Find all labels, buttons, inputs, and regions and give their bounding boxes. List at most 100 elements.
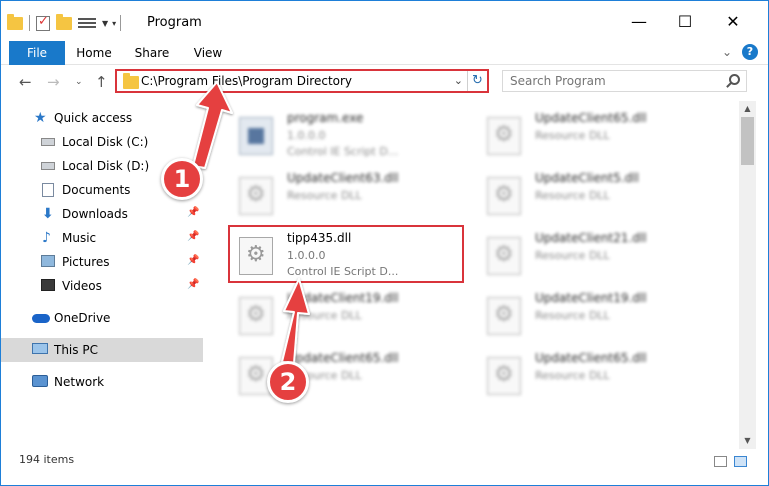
title-bar: ▼ ▾ Program — ☐ ✕: [1, 1, 768, 41]
pin-icon[interactable]: 📌: [187, 255, 199, 266]
file-tile[interactable]: UpdateClient19.dll Resource DLL: [465, 287, 697, 345]
file-tile[interactable]: program.exe 1.0.0.0 Control IE Script D.…: [217, 107, 449, 165]
network-icon: [32, 375, 48, 389]
address-dropdown-icon[interactable]: ⌄: [454, 74, 463, 87]
download-icon: ⬇: [42, 206, 54, 222]
dll-icon: [487, 237, 521, 275]
tab-view[interactable]: View: [187, 41, 229, 65]
scroll-down-icon[interactable]: ▼: [739, 433, 756, 449]
tab-home[interactable]: Home: [73, 41, 115, 65]
sidebar-item-label: Documents: [62, 183, 131, 197]
title-divider: [120, 15, 122, 31]
videos-icon: [41, 279, 57, 293]
minimize-button[interactable]: —: [616, 1, 662, 41]
sidebar-item-label: Local Disk (D:): [62, 159, 150, 173]
pictures-icon: [41, 255, 57, 269]
sidebar-item-videos[interactable]: Videos 📌: [1, 274, 203, 298]
sidebar-item-label: Local Disk (C:): [62, 135, 149, 149]
exe-icon: [239, 117, 273, 155]
file-tile[interactable]: UpdateClient65.dll Resource DLL: [465, 347, 697, 405]
pin-icon[interactable]: 📌: [187, 279, 199, 290]
chevron-down-icon[interactable]: ▼: [102, 19, 108, 28]
help-icon[interactable]: ?: [742, 44, 758, 60]
file-type: Resource DLL: [287, 189, 362, 202]
sidebar-item-music[interactable]: ♪ Music 📌: [1, 226, 203, 250]
properties-check-icon[interactable]: [36, 14, 50, 31]
star-icon: ★: [34, 110, 47, 126]
address-path[interactable]: C:\Program Files\Program Directory: [141, 74, 352, 88]
file-description: Control IE Script D...: [287, 145, 399, 158]
forward-arrow-icon[interactable]: →: [47, 73, 60, 91]
step-badge-1: 1: [161, 158, 203, 200]
pin-icon[interactable]: 📌: [187, 231, 199, 242]
toolbar-divider: [29, 15, 30, 31]
sidebar-item-label: Network: [54, 375, 105, 389]
details-view-icon[interactable]: [714, 456, 727, 467]
file-tile[interactable]: UpdateClient65.dll Resource DLL: [217, 347, 449, 405]
file-name: UpdateClient19.dll: [287, 291, 399, 305]
expand-ribbon-icon[interactable]: ⌄: [722, 45, 732, 59]
sidebar-item-quick-access[interactable]: ★ Quick access: [1, 106, 203, 130]
file-explorer-window: ▼ ▾ Program — ☐ ✕ File Home Share View ⌄…: [0, 0, 769, 486]
tiles-view-icon[interactable]: [734, 456, 747, 467]
dll-icon: [487, 117, 521, 155]
file-tile[interactable]: UpdateClient63.dll Resource DLL: [217, 167, 449, 225]
file-name: UpdateClient65.dll: [287, 351, 399, 365]
dll-icon: [239, 297, 273, 335]
address-bar[interactable]: C:\Program Files\Program Directory ⌄ ↻: [115, 69, 489, 93]
sidebar-item-onedrive[interactable]: OneDrive: [1, 306, 203, 330]
sidebar-item-downloads[interactable]: ⬇ Downloads 📌: [1, 202, 203, 226]
file-tile[interactable]: UpdateClient65.dll Resource DLL: [465, 107, 697, 165]
pin-icon[interactable]: 📌: [187, 207, 199, 218]
sidebar-item-local-disk-c[interactable]: Local Disk (C:): [1, 130, 203, 154]
file-tile[interactable]: UpdateClient5.dll Resource DLL: [465, 167, 697, 225]
status-bar: 194 items: [1, 449, 768, 473]
navigation-pane: ★ Quick access Local Disk (C:) Local Dis…: [1, 101, 203, 449]
sidebar-item-this-pc[interactable]: This PC: [1, 338, 203, 362]
close-button[interactable]: ✕: [710, 1, 756, 41]
disk-icon: [41, 135, 57, 149]
sidebar-item-label: Music: [62, 231, 97, 245]
file-name: UpdateClient65.dll: [535, 351, 647, 365]
tab-file[interactable]: File: [9, 41, 65, 65]
file-tile[interactable]: UpdateClient19.dll Resource DLL: [217, 287, 449, 345]
cloud-icon: [32, 311, 50, 325]
sidebar-item-label: Pictures: [62, 255, 110, 269]
folder-icon: [123, 73, 139, 89]
item-count: 194 items: [19, 453, 75, 466]
file-type: Resource DLL: [535, 189, 610, 202]
file-tile[interactable]: UpdateClient21.dll Resource DLL: [465, 227, 697, 285]
computer-icon: [32, 343, 48, 357]
quick-access-toolbar: ▼ ▾: [7, 13, 127, 33]
vertical-scrollbar[interactable]: ▲ ▼: [739, 101, 756, 449]
refresh-icon[interactable]: ↻: [467, 71, 487, 91]
maximize-button[interactable]: ☐: [662, 1, 708, 41]
ribbon-tabs: File Home Share View ⌄ ?: [1, 41, 768, 65]
dll-icon: [239, 177, 273, 215]
recent-locations-chevron-icon[interactable]: ⌄: [75, 77, 83, 87]
back-arrow-icon[interactable]: ←: [19, 73, 32, 91]
folder-icon[interactable]: [7, 13, 23, 30]
scroll-thumb[interactable]: [741, 117, 754, 165]
file-type: Resource DLL: [535, 309, 610, 322]
file-name: UpdateClient65.dll: [535, 111, 647, 125]
file-name: UpdateClient63.dll: [287, 171, 399, 185]
search-icon[interactable]: [729, 74, 740, 85]
sidebar-item-label: OneDrive: [54, 311, 111, 325]
disk-icon: [41, 159, 57, 173]
file-name: program.exe: [287, 111, 364, 125]
up-arrow-icon[interactable]: ↑: [95, 73, 108, 91]
sidebar-item-pictures[interactable]: Pictures 📌: [1, 250, 203, 274]
file-name: UpdateClient21.dll: [535, 231, 647, 245]
tab-share[interactable]: Share: [131, 41, 173, 65]
customize-toolbar-icon[interactable]: ▾: [112, 19, 116, 28]
properties-icon[interactable]: [78, 16, 96, 30]
search-box[interactable]: [502, 70, 747, 92]
scroll-up-icon[interactable]: ▲: [739, 101, 756, 117]
new-folder-icon[interactable]: [56, 13, 72, 30]
file-name: UpdateClient5.dll: [535, 171, 639, 185]
sidebar-item-network[interactable]: Network: [1, 370, 203, 394]
search-input[interactable]: [503, 71, 718, 91]
dll-icon: [487, 177, 521, 215]
file-type: Resource DLL: [535, 369, 610, 382]
